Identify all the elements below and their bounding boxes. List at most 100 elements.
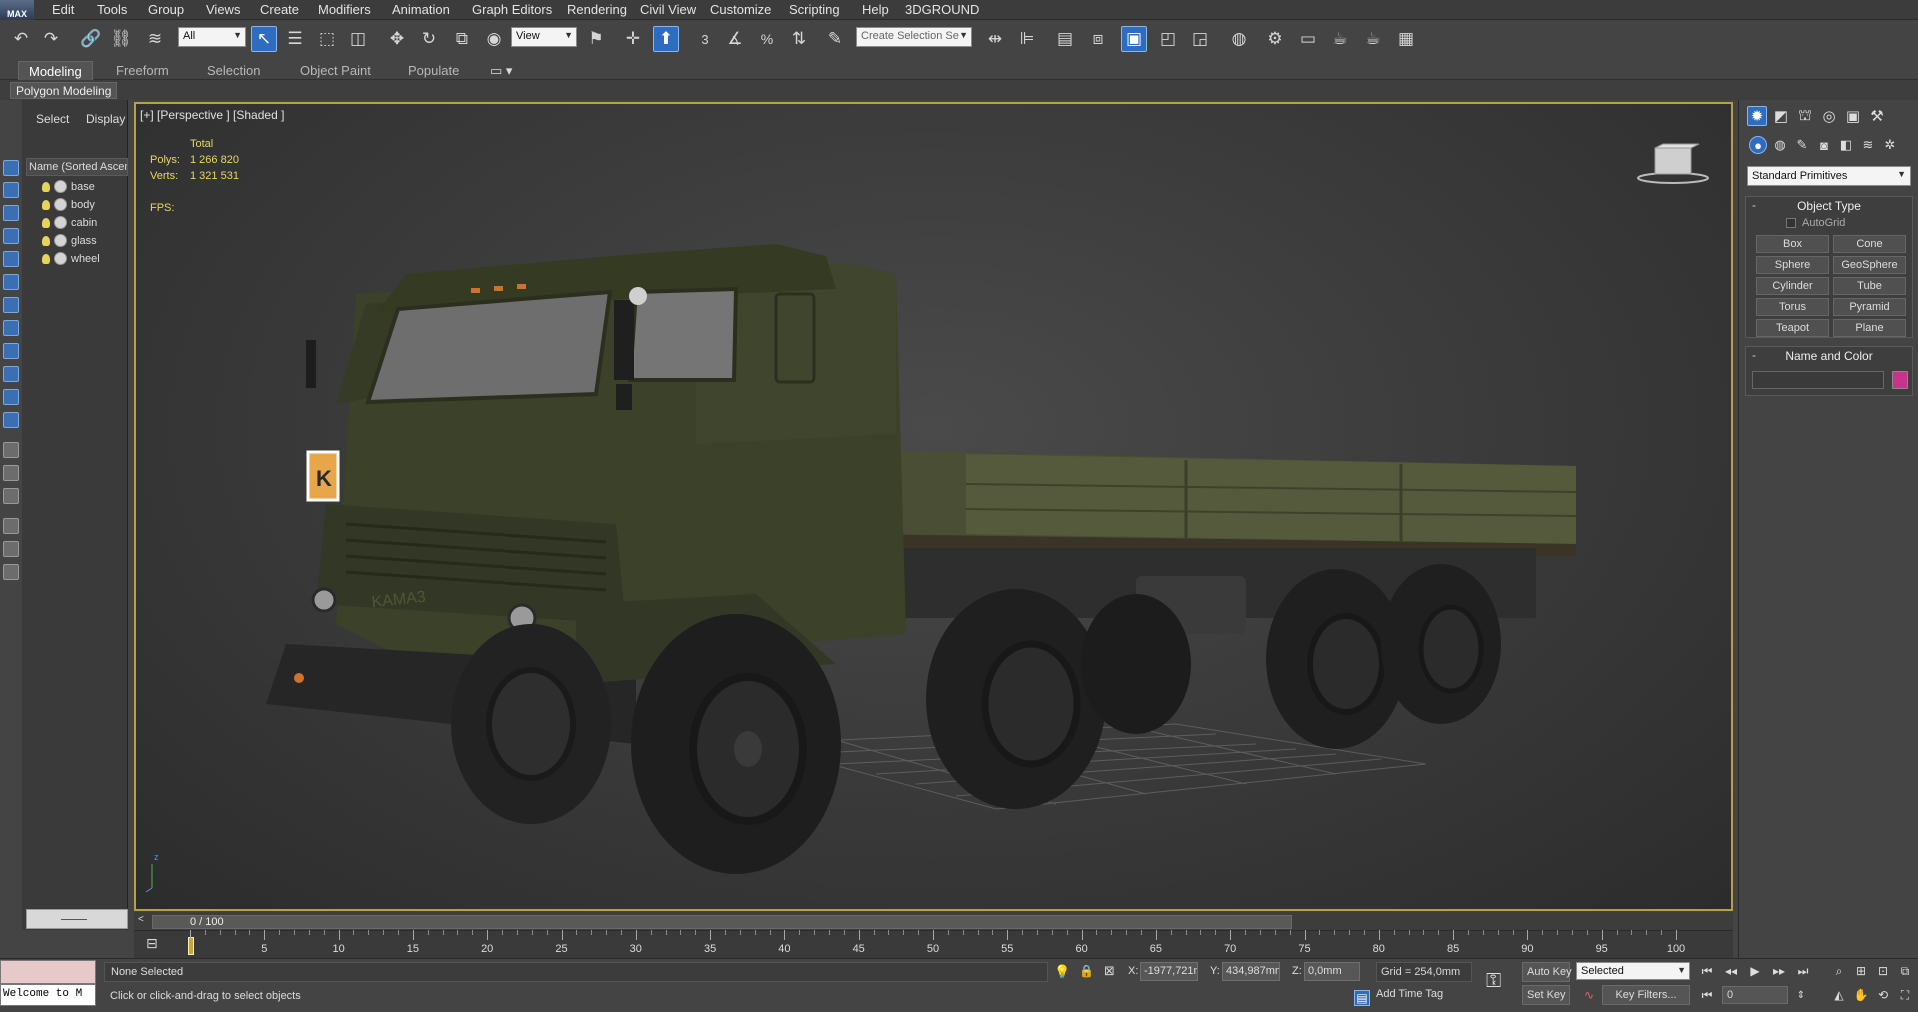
object-color-swatch[interactable] [1892, 371, 1908, 389]
object-name-field[interactable] [1752, 371, 1884, 389]
select-all-icon[interactable] [3, 465, 19, 481]
motion-panel-icon[interactable]: ◎ [1819, 106, 1839, 126]
zoom-extents-icon[interactable]: ⊡ [1874, 962, 1892, 980]
lights-category-icon[interactable]: ✎ [1793, 136, 1811, 154]
select-object-icon[interactable]: ↖ [251, 26, 277, 52]
unlink-icon[interactable]: ⛓ [108, 26, 134, 52]
menu-modifiers[interactable]: Modifiers [318, 2, 371, 17]
reference-coordinate-select[interactable]: View ▼ [511, 27, 577, 47]
light-bulb-icon[interactable] [42, 217, 50, 228]
display-helpers-icon[interactable] [3, 297, 19, 313]
filter-icon[interactable] [3, 518, 19, 534]
explorer-tab-display[interactable]: Display [86, 112, 125, 126]
next-frame-icon[interactable]: ▸▸ [1770, 962, 1788, 980]
maxscript-listener-input[interactable]: Welcome to M [0, 984, 96, 1006]
display-xrefs-icon[interactable] [3, 366, 19, 382]
spinner-snap-icon[interactable]: ⇅ [786, 26, 812, 52]
render-in-cloud-icon[interactable]: ▦ [1393, 26, 1419, 52]
angle-snap-icon[interactable]: ∡ [722, 26, 748, 52]
undo-icon[interactable]: ↶ [8, 26, 34, 52]
hierarchy-panel-icon[interactable]: ⛫ [1795, 106, 1815, 126]
list-item[interactable]: wheel [42, 250, 126, 267]
space-warps-category-icon[interactable]: ≋ [1859, 136, 1877, 154]
absolute-mode-icon[interactable]: ⊠ [1104, 963, 1115, 979]
redo-icon[interactable]: ↷ [38, 26, 64, 52]
tab-modeling[interactable]: Modeling [18, 61, 93, 80]
frame-spinner-icon[interactable]: ⇕ [1792, 986, 1810, 1004]
visibility-icon[interactable] [54, 252, 67, 265]
visibility-icon[interactable] [54, 180, 67, 193]
menu-animation[interactable]: Animation [392, 2, 450, 17]
current-frame-field[interactable]: 0 [1722, 986, 1788, 1004]
display-panel-icon[interactable]: ▣ [1843, 106, 1863, 126]
pan-view-icon[interactable]: ✋ [1852, 986, 1870, 1004]
display-groups-icon[interactable] [3, 343, 19, 359]
list-item[interactable]: body [42, 196, 126, 213]
display-none-icon[interactable] [3, 160, 19, 176]
adaptive-degradation-icon[interactable]: ▤ [1354, 990, 1370, 1006]
schematic-view-icon[interactable]: ◲ [1187, 26, 1213, 52]
scale-icon[interactable]: ⧉ [449, 26, 475, 52]
light-bulb-icon[interactable] [42, 235, 50, 246]
tab-populate[interactable]: Populate [398, 61, 469, 80]
add-time-tag[interactable]: Add Time Tag [1376, 988, 1443, 1000]
visibility-icon[interactable] [54, 234, 67, 247]
toggle-scene-explorer-icon[interactable]: ⧈ [1085, 26, 1111, 52]
select-none-icon[interactable] [3, 488, 19, 504]
select-manipulate-icon[interactable]: ✛ [620, 26, 646, 52]
curve-editor-mini-icon[interactable]: ⊟ [146, 935, 158, 952]
tab-selection[interactable]: Selection [197, 61, 270, 80]
plane-button[interactable]: Plane [1833, 319, 1906, 337]
rectangular-selection-icon[interactable]: ⬚ [314, 26, 340, 52]
pivot-point-icon[interactable]: ⚑ [583, 26, 609, 52]
perspective-viewport[interactable]: [+] [Perspective ] [Shaded ] Total Polys… [134, 102, 1733, 911]
menu-group[interactable]: Group [148, 2, 184, 17]
column-header-name[interactable]: Name (Sorted Ascending) [26, 158, 128, 176]
geometry-category-icon[interactable]: ● [1749, 136, 1767, 154]
field-of-view-icon[interactable]: ◭ [1830, 986, 1848, 1004]
box-button[interactable]: Box [1756, 235, 1829, 253]
display-geometry-icon[interactable] [3, 205, 19, 221]
bind-space-warp-icon[interactable]: ≋ [142, 26, 168, 52]
display-all-icon[interactable] [3, 182, 19, 198]
window-crossing-icon[interactable]: ◫ [345, 26, 371, 52]
cylinder-button[interactable]: Cylinder [1756, 277, 1829, 295]
align-icon[interactable]: ⊫ [1014, 26, 1040, 52]
menu-graph-editors[interactable]: Graph Editors [472, 2, 552, 17]
autogrid-checkbox[interactable]: AutoGrid [1786, 217, 1845, 229]
utilities-panel-icon[interactable]: ⚒ [1867, 106, 1887, 126]
display-lights-icon[interactable] [3, 251, 19, 267]
tube-button[interactable]: Tube [1833, 277, 1906, 295]
helpers-category-icon[interactable]: ◧ [1837, 136, 1855, 154]
modify-panel-icon[interactable]: ◩ [1771, 106, 1791, 126]
menu-create[interactable]: Create [260, 2, 299, 17]
light-bulb-icon[interactable] [42, 181, 50, 192]
cameras-category-icon[interactable]: ◙ [1815, 136, 1833, 154]
explorer-resize-handle[interactable] [26, 909, 128, 929]
key-icon[interactable]: ⚿ [1486, 970, 1501, 993]
display-cameras-icon[interactable] [3, 274, 19, 290]
display-bones-icon[interactable] [3, 389, 19, 405]
selection-filter-select[interactable]: All ▼ [178, 27, 246, 47]
pyramid-button[interactable]: Pyramid [1833, 298, 1906, 316]
orbit-icon[interactable]: ⟲ [1874, 986, 1892, 1004]
menu-views[interactable]: Views [206, 2, 240, 17]
zoom-all-icon[interactable]: ⊞ [1852, 962, 1870, 980]
menu-3dground[interactable]: 3DGROUND [905, 2, 979, 17]
snaps-toggle-icon[interactable]: 3 [692, 26, 718, 52]
list-item[interactable]: glass [42, 232, 126, 249]
ribbon-toggle-icon[interactable]: ▣ [1121, 26, 1147, 52]
select-by-name-icon[interactable]: ☰ [282, 26, 308, 52]
link-icon[interactable]: 🔗 [78, 26, 104, 52]
truck-model[interactable]: K KAMA3 z [136, 104, 1731, 909]
previous-frame-icon[interactable]: ◂◂ [1722, 962, 1740, 980]
find-icon[interactable] [3, 541, 19, 557]
place-icon[interactable]: ◉ [481, 26, 507, 52]
render-iterative-icon[interactable]: ☕ [1360, 26, 1386, 52]
maxscript-listener-output[interactable] [0, 960, 96, 984]
light-bulb-icon[interactable] [42, 253, 50, 264]
time-slider-prev-icon[interactable]: < [138, 914, 144, 925]
geosphere-button[interactable]: GeoSphere [1833, 256, 1906, 274]
zoom-icon[interactable]: ⌕ [1830, 962, 1848, 980]
menu-rendering[interactable]: Rendering [567, 2, 627, 17]
